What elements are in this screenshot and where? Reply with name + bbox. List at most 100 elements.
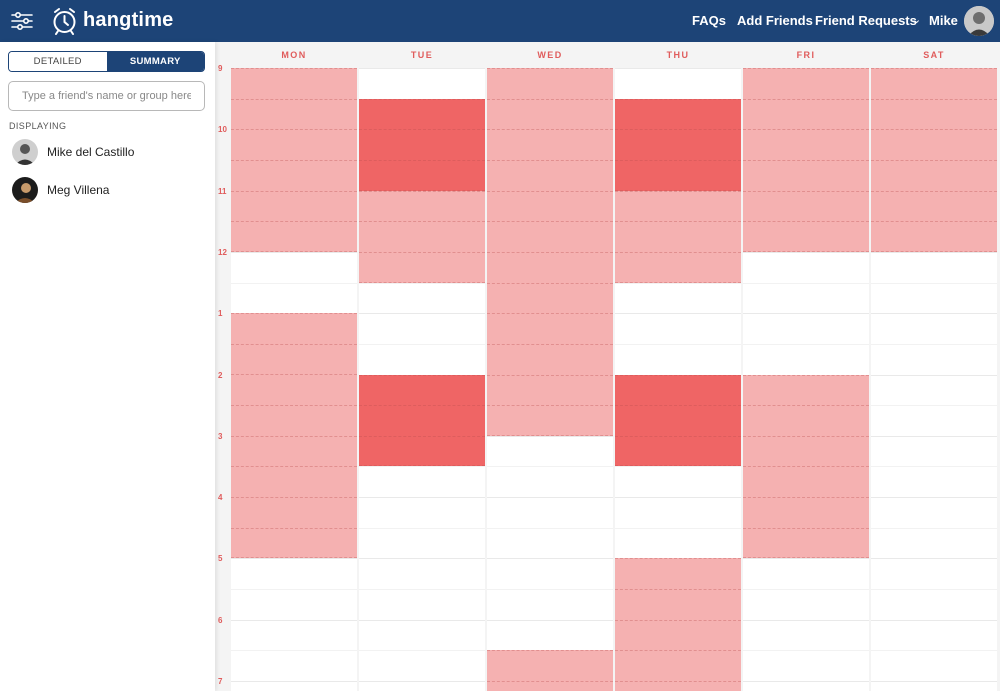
user-avatar[interactable] (964, 6, 994, 36)
slot-divider (231, 343, 357, 345)
day-column-sat[interactable] (871, 68, 997, 691)
grid-line (615, 497, 741, 499)
slot-divider (615, 650, 741, 652)
busy-block[interactable] (359, 190, 485, 283)
slot-divider (487, 190, 613, 192)
slot-divider (231, 98, 357, 100)
friend-avatar (12, 139, 38, 165)
grid-line (487, 619, 613, 621)
grid-line (743, 251, 869, 253)
grid-line (615, 282, 741, 284)
busy-block[interactable] (359, 374, 485, 467)
slot-divider (871, 68, 997, 69)
slot-divider (231, 527, 357, 529)
day-column-mon[interactable] (231, 68, 357, 691)
grid-line (359, 497, 485, 499)
nav-add-friends-link[interactable]: Add Friends (737, 13, 813, 28)
busy-block[interactable] (743, 374, 869, 559)
slot-divider (743, 557, 869, 559)
grid-line (231, 558, 357, 560)
day-column-thu[interactable] (615, 68, 741, 691)
slot-divider (231, 250, 357, 252)
slot-divider (231, 557, 357, 559)
friend-name: Mike del Castillo (47, 145, 135, 159)
busy-block[interactable] (743, 68, 869, 252)
grid-line (615, 68, 741, 69)
chevron-down-icon[interactable]: ⌄ (912, 13, 921, 26)
slot-divider (743, 527, 869, 529)
slot-divider (359, 221, 485, 223)
grid-line (871, 466, 997, 468)
slot-divider (615, 251, 741, 253)
grid-line (871, 527, 997, 529)
friend-item[interactable]: Meg Villena (12, 177, 207, 203)
grid-line (231, 650, 357, 652)
busy-block[interactable] (871, 68, 997, 252)
alarm-clock-logo-icon[interactable] (51, 7, 78, 35)
slot-divider (231, 313, 357, 315)
day-column-wed[interactable] (487, 68, 613, 691)
slot-divider (359, 129, 485, 131)
day-column-tue[interactable] (359, 68, 485, 691)
slot-divider (231, 190, 357, 192)
hour-label: 2 (218, 370, 223, 380)
slot-divider (743, 221, 869, 223)
slot-divider (743, 405, 869, 407)
hour-label: 9 (218, 64, 223, 73)
slot-divider (487, 434, 613, 436)
day-column-fri[interactable] (743, 68, 869, 691)
busy-block[interactable] (615, 374, 741, 467)
hour-label: 11 (218, 186, 227, 196)
filter-settings-icon[interactable] (11, 11, 33, 31)
busy-block[interactable] (231, 313, 357, 559)
slot-divider (743, 497, 869, 499)
slot-divider (871, 98, 997, 100)
busy-block[interactable] (231, 68, 357, 252)
user-name[interactable]: Mike (929, 13, 958, 28)
grid-line (871, 282, 997, 284)
grid-line (743, 589, 869, 591)
busy-block[interactable] (359, 98, 485, 191)
user-avatar-image (964, 6, 994, 36)
slot-divider (615, 619, 741, 621)
slot-divider (231, 466, 357, 468)
slot-divider (743, 129, 869, 131)
hour-label: 10 (218, 125, 227, 135)
busy-block[interactable] (615, 190, 741, 283)
slot-divider (359, 98, 485, 100)
slot-divider (231, 374, 357, 376)
calendar-grid: MON TUE WED THU FRI SAT 9 10 11 12 1 2 3 4 5 6 7 (215, 42, 1000, 691)
slot-divider (615, 281, 741, 283)
nav-faqs-link[interactable]: FAQs (692, 13, 726, 28)
busy-block[interactable] (487, 650, 613, 691)
busy-block[interactable] (615, 98, 741, 191)
grid-line (359, 558, 485, 560)
day-header-wed: WED (537, 50, 563, 60)
grid-line (231, 681, 357, 682)
grid-line (871, 589, 997, 591)
slot-divider (487, 650, 613, 652)
slot-divider (743, 435, 869, 437)
app-title[interactable]: hangtime (83, 9, 174, 32)
friend-search-input[interactable] (8, 81, 205, 111)
day-header-thu: THU (666, 50, 690, 60)
friend-item[interactable]: Mike del Castillo (12, 139, 207, 165)
slot-divider (615, 98, 741, 100)
busy-block[interactable] (487, 68, 613, 436)
grid-line (359, 589, 485, 591)
slot-divider (871, 159, 997, 161)
slot-divider (487, 221, 613, 223)
grid-line (871, 343, 997, 345)
grid-line (359, 466, 485, 468)
grid-line (871, 497, 997, 499)
busy-block[interactable] (615, 558, 741, 691)
slot-divider (743, 98, 869, 100)
slot-divider (359, 465, 485, 467)
grid-line (231, 282, 357, 284)
slot-divider (615, 405, 741, 407)
nav-friend-requests-link[interactable]: Friend Requests (815, 13, 917, 28)
day-header-tue: TUE (410, 50, 434, 60)
summary-toggle-button[interactable]: SUMMARY (106, 52, 204, 71)
detailed-toggle-button[interactable]: DETAILED (9, 52, 107, 71)
slot-divider (359, 281, 485, 283)
